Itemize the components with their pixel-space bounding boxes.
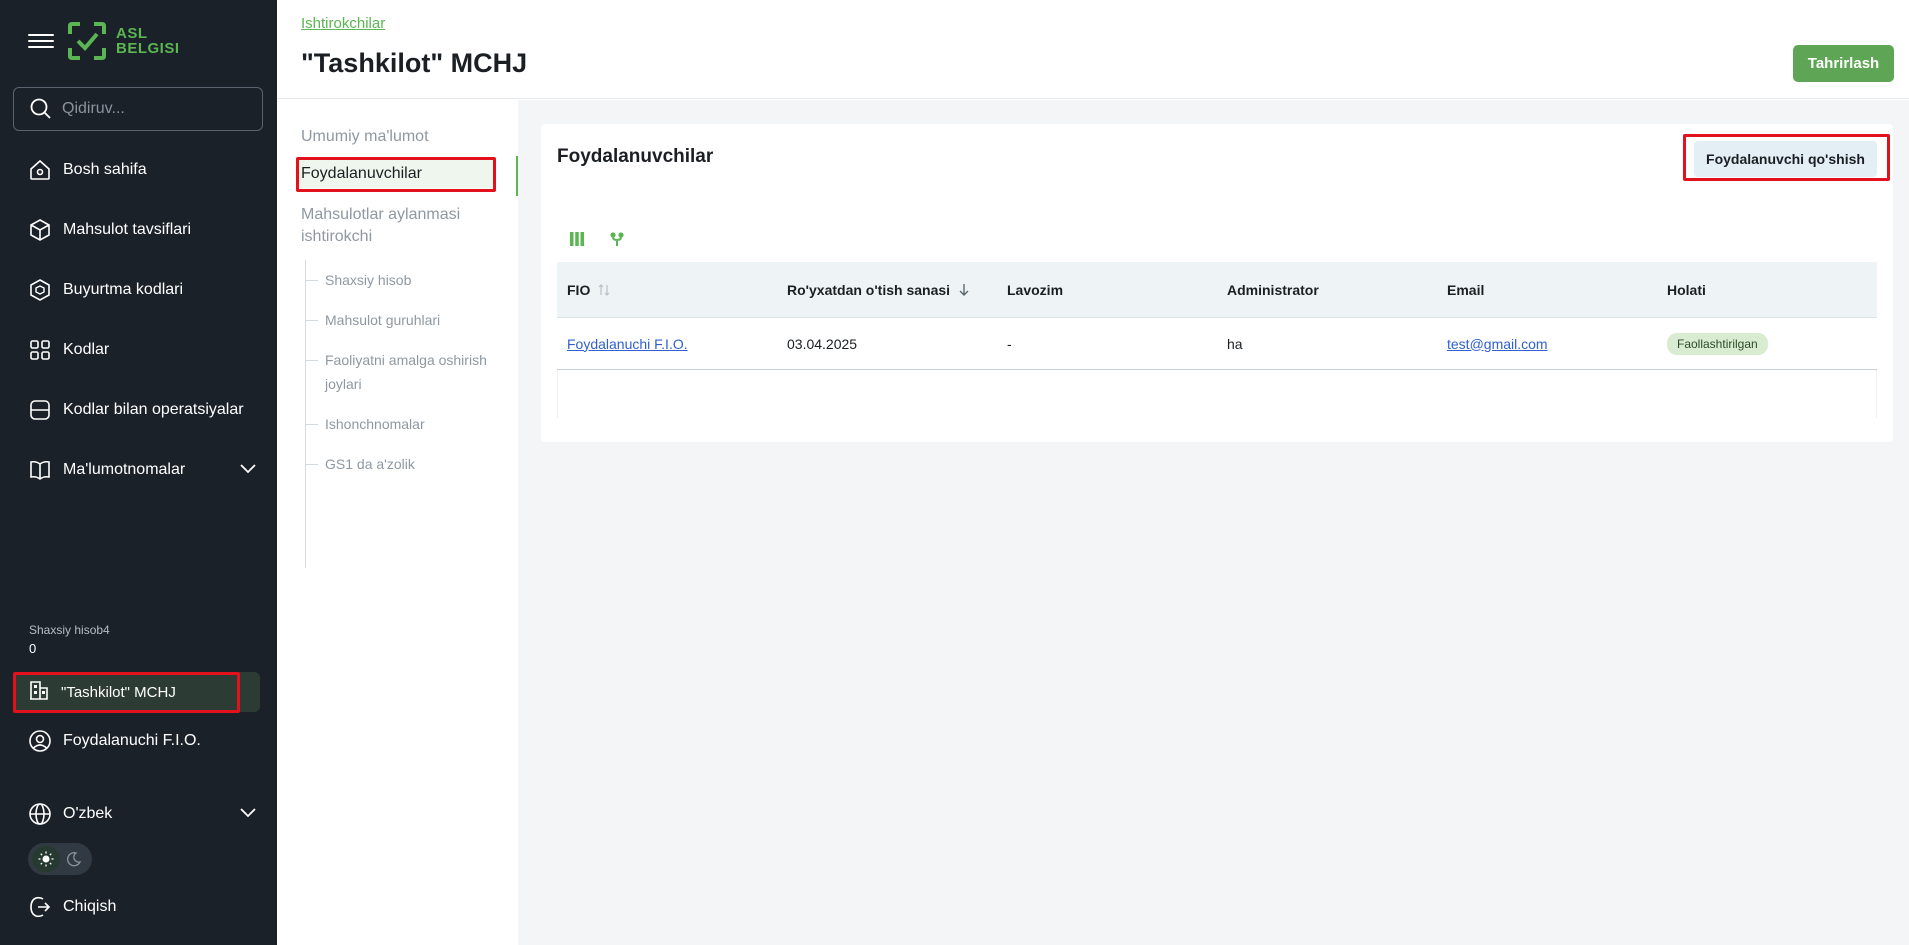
search-box[interactable] <box>13 87 263 131</box>
sidebar: ASL BELGISI Bosh sahifa Mahsulot tavsifl… <box>0 0 277 945</box>
sub-item-powers-of-attorney[interactable]: Ishonchnomalar <box>306 412 425 436</box>
sub-item-product-groups[interactable]: Mahsulot guruhlari <box>305 308 440 332</box>
tab-product-turnover[interactable]: Mahsulotlar aylanmasi ishtirokchi <box>301 206 460 246</box>
logo[interactable]: ASL BELGISI <box>66 20 180 62</box>
users-card: Foydalanuvchilar Foydalanuvchi qo'shish … <box>541 124 1893 442</box>
filter-icon[interactable] <box>607 229 627 249</box>
building-icon <box>28 679 50 706</box>
home-icon <box>28 158 52 182</box>
sort-icon[interactable] <box>598 283 610 297</box>
column-header-label: Ro'yxatdan o'tish sanasi <box>787 281 951 298</box>
column-header-label: FIO <box>567 281 591 298</box>
logo-text-2: BELGISI <box>116 40 180 57</box>
status-badge: Faollashtirilgan <box>1667 332 1768 355</box>
edit-button[interactable]: Tahrirlash <box>1793 45 1894 82</box>
logo-icon <box>68 22 106 60</box>
tab-label-line-1: Mahsulotlar aylanmasi <box>301 206 461 223</box>
column-header-administrator[interactable]: Administrator <box>1217 282 1437 298</box>
column-header-status[interactable]: Holati <box>1657 282 1877 298</box>
book-icon <box>28 458 52 482</box>
account-title: Shaxsiy hisob4 <box>29 623 110 637</box>
columns-icon[interactable] <box>567 229 587 249</box>
language-label: O'zbek <box>63 805 113 822</box>
sidebar-item-user[interactable]: Foydalanuchi F.I.O. <box>28 726 258 756</box>
qr-icon <box>28 338 52 362</box>
cell-email: test@gmail.com <box>1437 336 1657 352</box>
nav-item-label: Mahsulot tavsiflari <box>63 221 192 238</box>
table-empty-space <box>557 370 1877 418</box>
nav-item-label: Buyurtma kodlari <box>63 281 184 298</box>
cell-fio: Foydalanuchi F.I.O. <box>557 336 777 352</box>
nav-item-product-descriptions[interactable]: Mahsulot tavsiflari <box>28 215 258 245</box>
column-header-registration-date[interactable]: Ro'yxatdan o'tish sanasi <box>777 282 997 298</box>
section-nav: Umumiy ma'lumot Foydalanuvchilar Mahsulo… <box>277 100 518 945</box>
logo-text-1: ASL <box>116 25 148 42</box>
card-title: Foydalanuvchilar <box>557 146 714 167</box>
users-table: FIO Ro'yxatdan o'tish sanasi Lavozim Adm… <box>557 262 1877 418</box>
cell-status: Faollashtirilgan <box>1657 332 1877 355</box>
globe-icon <box>28 802 52 826</box>
language-selector[interactable]: O'zbek <box>28 799 258 829</box>
account-value: 0 <box>29 641 37 656</box>
column-header-email[interactable]: Email <box>1437 282 1657 298</box>
chevron-down-icon[interactable] <box>238 458 258 483</box>
sub-item-label-line-2: joylari <box>325 376 362 392</box>
tab-users[interactable]: Foydalanuvchilar <box>299 160 493 188</box>
nav-item-code-operations[interactable]: Kodlar bilan operatsiyalar <box>28 395 258 425</box>
package-icon <box>28 278 52 302</box>
nav-item-label: Ma'lumotnomalar <box>63 461 186 478</box>
menu-icon[interactable] <box>28 30 54 52</box>
page-title: "Tashkilot" MCHJ <box>301 48 528 78</box>
cube-icon <box>28 218 52 242</box>
logout-button[interactable]: Chiqish <box>28 892 258 922</box>
nav-item-label: Bosh sahifa <box>63 161 147 178</box>
search-input[interactable] <box>62 100 252 118</box>
user-label: Foydalanuchi F.I.O. <box>63 732 201 749</box>
logout-icon <box>28 895 52 919</box>
nav-item-label: Kodlar <box>63 341 110 358</box>
sidebar-item-organization[interactable]: "Tashkilot" MCHJ <box>13 672 260 712</box>
database-icon <box>28 398 52 422</box>
nav-item-order-codes[interactable]: Buyurtma kodlari <box>28 275 258 305</box>
sun-icon[interactable] <box>32 846 60 872</box>
add-user-button[interactable]: Foydalanuvchi qo'shish <box>1694 141 1877 177</box>
user-icon <box>28 729 52 753</box>
nav-item-home[interactable]: Bosh sahifa <box>28 155 258 185</box>
theme-toggle[interactable] <box>28 843 92 875</box>
column-header-fio[interactable]: FIO <box>557 282 777 298</box>
table-row: Foydalanuchi F.I.O. 03.04.2025 - ha test… <box>557 318 1877 370</box>
search-icon <box>30 98 51 119</box>
breadcrumb[interactable]: Ishtirokchilar <box>301 15 385 32</box>
tab-label-line-2: ishtirokchi <box>301 228 373 245</box>
logout-label: Chiqish <box>63 898 117 915</box>
sub-item-personal-account[interactable]: Shaxsiy hisob <box>305 268 411 292</box>
nav-item-codes[interactable]: Kodlar <box>28 335 258 365</box>
tab-general-info[interactable]: Umumiy ma'lumot <box>301 128 429 146</box>
user-link[interactable]: Foydalanuchi F.I.O. <box>567 336 688 352</box>
email-link[interactable]: test@gmail.com <box>1447 336 1548 352</box>
sub-item-label-line-1: Faoliyatni amalga oshirish <box>325 352 487 368</box>
sub-item-activity-places[interactable]: Faoliyatni amalga oshirish joylari <box>306 348 487 396</box>
column-header-position[interactable]: Lavozim <box>997 282 1217 298</box>
nav-item-label: Kodlar bilan operatsiyalar <box>63 401 244 418</box>
cell-registration-date: 03.04.2025 <box>787 335 858 352</box>
chevron-down-icon[interactable] <box>238 802 258 827</box>
tree-line <box>305 260 306 568</box>
cell-administrator: ha <box>1227 335 1243 352</box>
table-header: FIO Ro'yxatdan o'tish sanasi Lavozim Adm… <box>557 262 1877 318</box>
organization-label: "Tashkilot" MCHJ <box>61 683 176 701</box>
sort-desc-icon[interactable] <box>958 283 970 297</box>
cell-position: - <box>1007 335 1012 352</box>
page-header: Ishtirokchilar "Tashkilot" MCHJ Tahrirla… <box>277 0 1909 99</box>
moon-icon[interactable] <box>60 846 88 872</box>
nav-item-references[interactable]: Ma'lumotnomalar <box>28 455 258 485</box>
sub-item-gs1-membership[interactable]: GS1 da a'zolik <box>306 452 415 476</box>
